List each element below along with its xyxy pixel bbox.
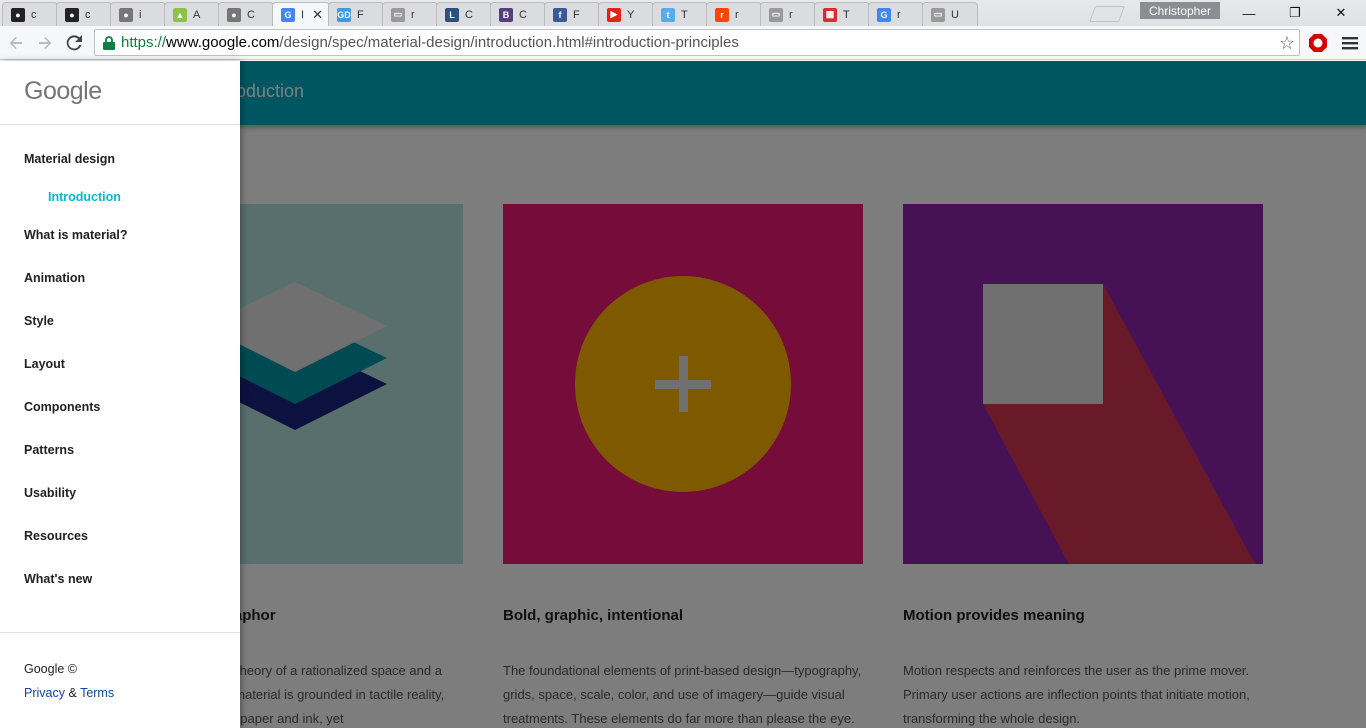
url-scheme: https:// [121,34,167,51]
hamburger-menu-icon [1342,37,1358,50]
browser-tab[interactable]: ▭ r [760,2,816,26]
tab-title: F [573,8,580,21]
drawer-header: Google [0,61,240,125]
forward-button[interactable] [33,31,57,55]
nav-item-introduction[interactable]: Introduction [48,190,121,204]
facebook-icon: f [553,7,567,22]
browser-tab[interactable]: tT [652,2,708,26]
arrow-right-icon [39,37,52,49]
nav-item-patterns[interactable]: Patterns [24,443,74,457]
browser-tab[interactable]: LC [436,2,492,26]
android-icon: ▲ [173,7,187,22]
tab-title: T [681,8,688,21]
google-icon: G [281,8,295,22]
browser-tab[interactable]: ● i [110,2,166,26]
tab-title: c [85,8,91,21]
restore-button[interactable]: ❐ [1272,0,1318,26]
nav-item-resources[interactable]: Resources [24,529,88,543]
close-tab-icon[interactable]: ✕ [312,7,323,23]
apple-icon: ● [227,7,241,22]
back-button[interactable] [4,31,28,55]
reload-button[interactable] [62,31,86,55]
url-path: /design/spec/material-design/introductio… [279,34,739,51]
new-tab-button[interactable] [1089,6,1125,22]
tab-title: r [411,8,415,21]
apple-icon: ● [119,7,133,22]
minimize-button[interactable]: — [1226,0,1272,26]
reddit-icon: r [715,7,729,22]
close-window-button[interactable]: ✕ [1318,0,1364,26]
nav-item-animation[interactable]: Animation [24,271,85,285]
bootstrap-icon: B [499,7,513,22]
github-icon: ● [65,7,79,22]
tab-title: c [31,8,37,21]
chrome-menu-button[interactable] [1338,31,1362,55]
browser-tab[interactable]: ▶ Y [598,2,654,26]
reload-icon [66,35,82,51]
nav-item-layout[interactable]: Layout [24,357,65,371]
address-bar[interactable]: https://www.google.com/design/spec/mater… [94,29,1300,56]
page-icon: ▭ [931,7,945,22]
nav-item-components[interactable]: Components [24,400,100,414]
twitter-icon: t [661,7,675,22]
browser-tab[interactable]: ● c [2,2,58,26]
browser-tab[interactable]: ▭ U [922,2,978,26]
tab-title: C [519,8,527,21]
browser-tab[interactable]: rr [706,2,762,26]
nav-item-whats-new[interactable]: What's new [24,572,92,586]
nav-item-style[interactable]: Style [24,314,54,328]
nav-item-usability[interactable]: Usability [24,486,76,500]
chart-icon: ▦ [823,7,837,22]
terms-link[interactable]: Terms [80,686,114,700]
tab-title: T [843,8,850,21]
youtube-icon: ▶ [607,7,621,22]
navigation-drawer: Google Material design Introduction What… [0,61,240,728]
tab-title: r [789,8,793,21]
browser-tab[interactable]: fF [544,2,600,26]
lmu-icon: L [445,7,459,22]
browser-tab[interactable]: Gr [868,2,924,26]
nav-item-material-design[interactable]: Material design [24,152,115,166]
tab-title: i [139,8,142,21]
browser-tab[interactable]: BC [490,2,546,26]
arrow-left-icon [9,37,22,49]
google-logo[interactable]: Google [24,77,102,106]
lock-icon [101,35,117,51]
adblock-icon [1309,34,1327,52]
privacy-link[interactable]: Privacy [24,686,65,700]
drawer-footer: Google © Privacy & Terms [0,632,240,728]
tab-title: U [951,8,959,21]
tab-title: r [897,8,901,21]
footer-links: Privacy & Terms [24,686,114,700]
browser-toolbar: https://www.google.com/design/spec/mater… [0,26,1366,60]
page-icon: ▭ [769,7,783,22]
google-icon: G [877,7,891,22]
link-separator: & [68,686,77,700]
browser-tab[interactable]: G I ✕ [272,2,330,27]
browser-tab[interactable]: ● C [218,2,274,26]
browser-tab[interactable]: ▦ T [814,2,870,26]
tab-title: r [735,8,739,21]
browser-tab[interactable]: ● c [56,2,112,26]
gd-icon: GD [337,7,351,22]
tab-title: A [193,8,201,21]
copyright-text: Google © [24,662,77,676]
tab-title: C [247,8,255,21]
profile-button[interactable]: Christopher [1140,2,1220,19]
browser-tab[interactable]: ▭ r [382,2,438,26]
browser-tabstrip: ● c ● c ● i ▲ A ● C G I ✕ GD F ▭ r L C B Cf F ▶ Yt Tr r ▭ r ▦ T Gr ▭ U C… [0,0,1366,27]
extension-button[interactable] [1306,31,1330,55]
browser-tab[interactable]: ▲ A [164,2,220,26]
url-host: www.google.com [166,34,280,51]
nav-item-what-is-material[interactable]: What is material? [24,228,128,242]
tab-title: F [357,8,364,21]
browser-tab[interactable]: GD F [328,2,384,26]
tab-title: C [465,8,473,21]
tab-title: Y [627,8,635,21]
page-icon: ▭ [391,7,405,22]
bookmark-star-icon[interactable]: ☆ [1279,33,1295,54]
github-icon: ● [11,7,25,22]
